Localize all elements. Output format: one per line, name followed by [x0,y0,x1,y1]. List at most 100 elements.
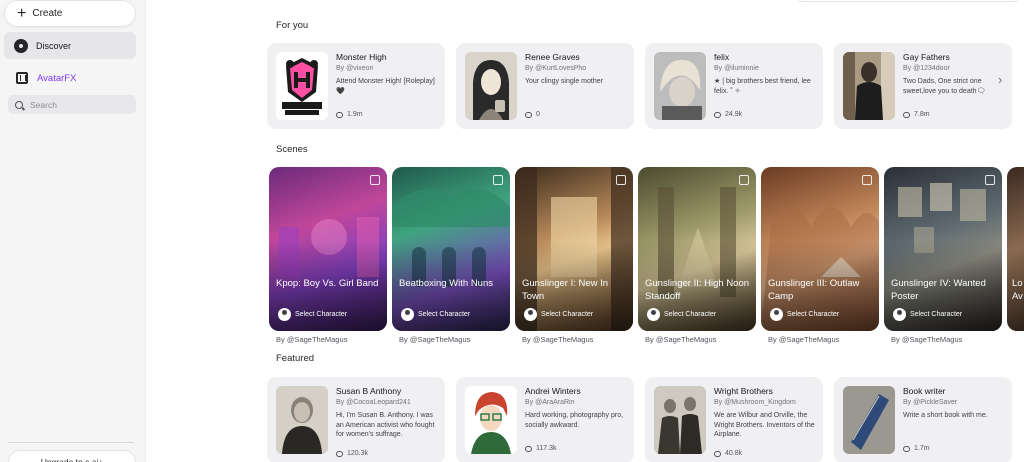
scene-card[interactable]: Gunslinger III: Outlaw Camp Select Chara… [761,167,879,331]
scene-overlay [884,167,1002,331]
user-icon [401,308,414,321]
character-author: By @iluminnie [714,65,759,72]
chat-count: 7.8m [903,111,930,118]
chat-count: 117.3k [525,445,557,452]
character-name: Andrei Winters [525,386,581,396]
user-icon [647,308,660,321]
scene-title: Lo Av [1012,278,1023,302]
scene-expand-icon[interactable] [616,175,626,185]
character-card[interactable]: Book writer By @PickleSaver Write a shor… [834,377,1012,462]
character-name: Book writer [903,386,946,396]
select-character-label: Select Character [664,311,717,318]
character-description: Your clingy single mother [525,78,603,85]
chat-count-value: 7.8m [914,111,930,118]
scene-author: By @SageTheMagus [399,335,471,344]
chat-count-value: 0 [536,111,540,118]
character-card[interactable]: Gay Fathers By @1234door Two Dads, One s… [834,43,1012,129]
chat-count-value: 117.3k [536,445,557,452]
character-author: By @CocoaLeopard241 [336,399,411,406]
section-title-scenes: Scenes [276,144,308,155]
scene-overlay [761,167,879,331]
user-icon [770,308,783,321]
character-avatar [843,52,895,120]
select-character-label: Select Character [541,311,594,318]
chevron-right-icon[interactable]: › [998,73,1008,87]
character-description: Hard working, photography pro, socially … [525,412,624,429]
chat-bubble-icon [336,111,343,118]
chat-count: 1.9m [336,111,363,118]
scene-title: Gunslinger I: New In Town [522,278,609,302]
section-title-featured: Featured [276,353,315,364]
select-character-button[interactable]: Select Character [401,308,470,321]
search-icon [15,100,23,109]
chat-count: 0 [525,111,540,118]
chat-count-value: 40.8k [725,450,743,457]
character-description: We are Wilbur and Orville, the Wright Br… [714,412,815,438]
create-button[interactable]: + Create [4,0,136,27]
chat-bubble-icon [525,111,532,118]
scene-card[interactable]: Beatboxing With Nuns Select Character [392,167,510,331]
character-author: By @vixeon [336,65,374,72]
scene-author: By @SageTheMagus [891,335,963,344]
chat-count-value: 120.3k [347,450,369,457]
character-name: Monster High [336,52,387,62]
scene-expand-icon[interactable] [739,175,749,185]
select-character-button[interactable]: Select Character [647,308,716,321]
scene-title: Beatboxing With Nuns [399,278,493,289]
character-avatar [276,386,328,454]
character-avatar [276,52,328,120]
select-character-label: Select Character [910,311,963,318]
search-box[interactable] [8,95,136,114]
select-character-button[interactable]: Select Character [770,308,839,321]
character-author: By @KurtLovesPho [525,65,587,72]
scene-expand-icon[interactable] [370,175,380,185]
scene-overlay [515,167,633,331]
character-card[interactable]: Andrei Winters By @AraAraRin Hard workin… [456,377,634,462]
sidebar-divider [8,442,134,443]
scene-expand-icon[interactable] [493,175,503,185]
character-name: felix [714,52,730,62]
scene-title: Gunslinger III: Outlaw Camp [768,278,860,302]
character-card[interactable]: Susan B Anthony By @CocoaLeopard241 Hi, … [267,377,445,462]
character-card[interactable]: Wright Brothers By @Mushroom_Kingdom We … [645,377,823,462]
scene-expand-icon[interactable] [862,175,872,185]
avatarfx-label: AvatarFX [37,72,77,84]
chat-count: 120.3k [336,450,368,457]
nav-avatarfx[interactable]: AvatarFX [4,66,136,90]
user-icon [893,308,906,321]
chat-bubble-icon [903,445,910,452]
user-icon [278,308,291,321]
character-avatar [465,386,517,454]
chat-bubble-icon [714,450,721,457]
chat-bubble-icon [525,445,532,452]
search-input[interactable] [30,99,130,110]
scene-author: By @SageTheMagus [522,335,594,344]
character-avatar [654,386,706,454]
character-description: ★ | big brothers best friend, lee felix.… [714,78,811,95]
scene-overlay [638,167,756,331]
select-character-button[interactable]: Select Character [278,308,347,321]
scene-overlay [392,167,510,331]
upgrade-button[interactable]: Upgrade to c.ai+ [8,450,136,462]
character-card[interactable]: felix By @iluminnie ★ | big brothers bes… [645,43,823,129]
scene-card[interactable]: Gunslinger I: New In Town Select Charact… [515,167,633,331]
chat-count-value: 24.9k [725,111,743,118]
scene-card[interactable]: Kpop: Boy Vs. Girl Band Select Character [269,167,387,331]
character-card[interactable]: Monster High By @vixeon Attend Monster H… [267,43,445,129]
character-avatar [843,386,895,454]
select-character-button[interactable]: Select Character [893,308,962,321]
scene-card[interactable]: Gunslinger II: High Noon Standoff Select… [638,167,756,331]
scene-author: By @SageTheMagus [645,335,717,344]
scene-card-partial[interactable]: Lo Av [1007,167,1024,331]
select-character-button[interactable]: Select Character [524,308,593,321]
chat-count: 40.8k [714,450,742,457]
character-card[interactable]: Renee Graves By @KurtLovesPho Your cling… [456,43,634,129]
character-avatar [654,52,706,120]
chat-count: 1.7m [903,445,930,452]
nav-discover[interactable]: Discover [4,32,136,59]
top-search-bar[interactable] [798,0,1018,2]
character-author: By @1234door [903,65,950,72]
scene-title: Gunslinger IV: Wanted Poster [891,278,986,302]
scene-expand-icon[interactable] [985,175,995,185]
scene-card[interactable]: Gunslinger IV: Wanted Poster Select Char… [884,167,1002,331]
